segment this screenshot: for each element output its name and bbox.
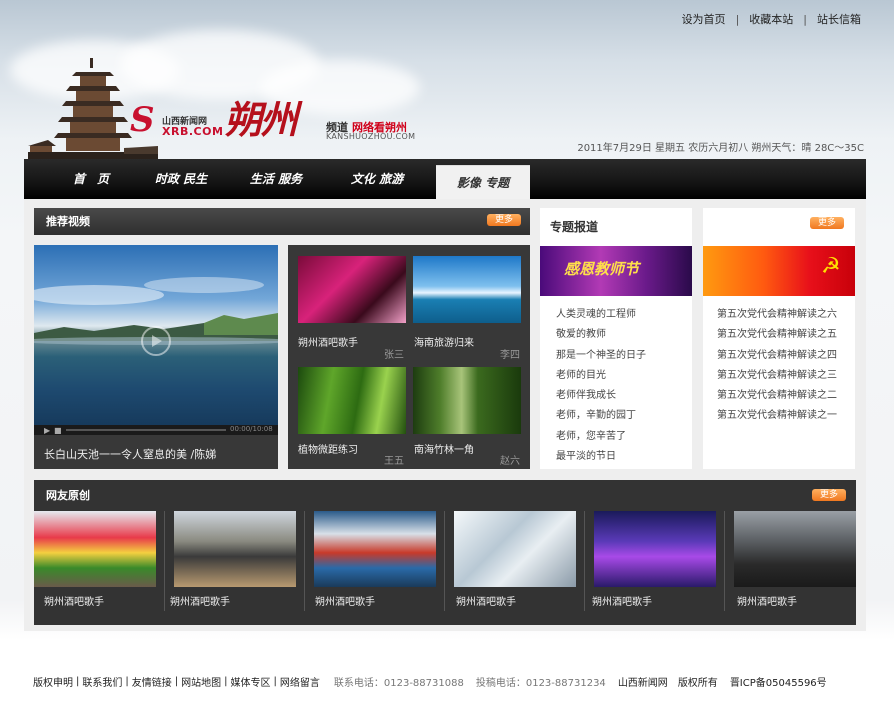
footer-link-contact[interactable]: 联系我们 bbox=[82, 674, 122, 689]
logo-s-letter: S bbox=[130, 100, 155, 140]
lake-scene-image bbox=[14, 277, 294, 356]
footer-link-message[interactable]: 网络留言 bbox=[280, 674, 320, 689]
video-thumb-plant-macro[interactable] bbox=[298, 367, 406, 434]
nav-item-culture[interactable]: 文化 旅游 bbox=[332, 159, 422, 199]
recommended-video-header: 推荐视频 bbox=[34, 208, 530, 235]
original-photo-title[interactable]: 朔州酒吧歌手 bbox=[592, 593, 652, 608]
featured-video-caption[interactable]: 长白山天池一一令人窒息的美 /陈娣 bbox=[44, 446, 216, 462]
logo-channel-domain: KANSHUOZHOU.COM bbox=[326, 132, 416, 141]
separator: | bbox=[174, 676, 179, 687]
set-homepage-link[interactable]: 设为首页 bbox=[682, 11, 726, 27]
nav-item-photo-active[interactable]: 影像 专题 bbox=[436, 165, 530, 199]
special-list-item[interactable]: 老师的目光 bbox=[556, 366, 606, 381]
divider bbox=[584, 511, 585, 611]
divider bbox=[444, 511, 445, 611]
nav-item-politics[interactable]: 时政 民生 bbox=[136, 159, 226, 199]
original-photo-title[interactable]: 朔州酒吧歌手 bbox=[315, 593, 375, 608]
party-more-button[interactable]: 更多 bbox=[810, 217, 844, 229]
special-list-item[interactable]: 老师，辛勤的园丁 bbox=[556, 406, 636, 421]
original-photo-festival-arch[interactable] bbox=[34, 511, 156, 587]
nav-item-home[interactable]: 首 页 bbox=[46, 159, 136, 199]
top-links: 设为首页 | 收藏本站 | 站长信箱 bbox=[682, 11, 861, 27]
special-list-item[interactable]: 那是一个神圣的日子 bbox=[556, 346, 646, 361]
original-title: 网友原创 bbox=[46, 489, 90, 502]
footer-link-sitemap[interactable]: 网站地图 bbox=[181, 674, 221, 689]
footer-icp[interactable]: 晋ICP备05045596号 bbox=[730, 674, 827, 689]
special-report-title: 专题报道 bbox=[550, 220, 599, 234]
logo-channel-name: 朔州 bbox=[224, 97, 298, 142]
video-thumb-author: 王五 bbox=[384, 456, 404, 467]
special-list-item[interactable]: 老师，您辛苦了 bbox=[556, 427, 626, 442]
video-thumb-title[interactable]: 海南旅游归来 bbox=[414, 334, 474, 349]
video-thumb-title[interactable]: 植物微距练习 bbox=[298, 441, 358, 456]
nav-item-life[interactable]: 生活 服务 bbox=[231, 159, 321, 199]
teachers-day-banner-text: 感恩教师节 bbox=[564, 260, 640, 278]
featured-video-player[interactable] bbox=[14, 245, 294, 425]
separator: | bbox=[735, 12, 740, 26]
original-photo-crowd[interactable] bbox=[174, 511, 296, 587]
video-thumb-author: 李四 bbox=[500, 350, 520, 361]
original-photo-performance[interactable] bbox=[734, 511, 856, 587]
stop-icon[interactable]: ■ bbox=[54, 426, 62, 435]
original-photo-title[interactable]: 朔州酒吧歌手 bbox=[170, 593, 230, 608]
original-photo-dragon-boats[interactable] bbox=[314, 511, 436, 587]
original-photo-ice[interactable] bbox=[454, 511, 576, 587]
original-more-button[interactable]: 更多 bbox=[812, 489, 846, 501]
original-photo-title[interactable]: 朔州酒吧歌手 bbox=[44, 593, 104, 608]
party-banner[interactable]: ☭ bbox=[703, 246, 855, 296]
special-list-item[interactable]: 敬爱的教师 bbox=[556, 325, 606, 340]
video-thumb-author: 张三 bbox=[384, 350, 404, 361]
separator: | bbox=[125, 676, 129, 687]
video-thumb-hainan-beach[interactable] bbox=[413, 256, 521, 323]
footer-link-friends[interactable]: 友情链接 bbox=[132, 674, 172, 689]
date-weather-line: 2011年7月29日 星期五 农历六月初八 朔州天气：晴 28C～35C bbox=[577, 143, 864, 154]
main-nav: 首 页 时政 民生 生活 服务 文化 旅游 影像 专题 bbox=[24, 159, 866, 199]
footer-rights: 版权所有 bbox=[677, 678, 718, 689]
separator: | bbox=[224, 676, 228, 687]
party-list-item[interactable]: 第五次党代会精神解读之六 bbox=[717, 305, 837, 320]
footer: 版权申明 | 联系我们 | 友情链接 | 网站地图 | 媒体专区 | 网络留言 … bbox=[33, 674, 827, 689]
original-header: 网友原创 bbox=[34, 482, 856, 509]
footer-link-media[interactable]: 媒体专区 bbox=[231, 674, 271, 689]
play-icon[interactable]: ▶ bbox=[44, 426, 50, 435]
original-photo-title[interactable]: 朔州酒吧歌手 bbox=[737, 593, 797, 608]
party-list-item[interactable]: 第五次党代会精神解读之五 bbox=[717, 325, 837, 340]
video-thumb-author: 赵六 bbox=[500, 456, 520, 467]
footer-contact-phone: 联系电话：0123-88731088 bbox=[333, 678, 464, 689]
footer-link-copyright[interactable]: 版权申明 bbox=[33, 674, 73, 689]
party-list-item[interactable]: 第五次党代会精神解读之四 bbox=[717, 346, 837, 361]
recommended-more-button[interactable]: 更多 bbox=[487, 214, 521, 226]
special-list-item[interactable]: 最平淡的节日 bbox=[556, 447, 616, 462]
video-control-bar: ▶ ■ 00:00/10:08 bbox=[34, 425, 278, 435]
special-list-item[interactable]: 老师伴我成长 bbox=[556, 386, 616, 401]
add-favorite-link[interactable]: 收藏本站 bbox=[749, 11, 793, 27]
separator: | bbox=[76, 676, 80, 687]
recommended-video-title: 推荐视频 bbox=[46, 215, 90, 228]
separator: | bbox=[803, 12, 807, 26]
special-list-item[interactable]: 人类灵魂的工程师 bbox=[556, 305, 636, 320]
video-progress-bar[interactable] bbox=[66, 429, 226, 431]
video-thumb-bamboo-forest[interactable] bbox=[413, 367, 521, 434]
divider bbox=[724, 511, 725, 611]
video-thumb-bar-singer[interactable] bbox=[298, 256, 406, 323]
teachers-day-banner[interactable]: 感恩教师节 bbox=[540, 246, 692, 296]
divider bbox=[164, 511, 165, 611]
video-thumb-title[interactable]: 朔州酒吧歌手 bbox=[298, 334, 358, 349]
hammer-sickle-icon: ☭ bbox=[821, 254, 841, 279]
webmaster-mail-link[interactable]: 站长信箱 bbox=[817, 11, 861, 27]
separator: | bbox=[273, 676, 277, 687]
logo-site-domain: XRB.COM bbox=[162, 125, 224, 138]
footer-org: 山西新闻网 bbox=[617, 678, 668, 689]
party-list-item[interactable]: 第五次党代会精神解读之一 bbox=[717, 406, 837, 421]
video-time: 00:00/10:08 bbox=[230, 425, 273, 433]
video-thumb-title[interactable]: 南海竹林一角 bbox=[414, 441, 474, 456]
divider bbox=[304, 511, 305, 611]
party-list-item[interactable]: 第五次党代会精神解读之三 bbox=[717, 366, 837, 381]
footer-submit-phone: 投稿电话：0123-88731234 bbox=[475, 678, 606, 689]
original-photo-stage-lights[interactable] bbox=[594, 511, 716, 587]
party-list-item[interactable]: 第五次党代会精神解读之二 bbox=[717, 386, 837, 401]
original-photo-title[interactable]: 朔州酒吧歌手 bbox=[456, 593, 516, 608]
